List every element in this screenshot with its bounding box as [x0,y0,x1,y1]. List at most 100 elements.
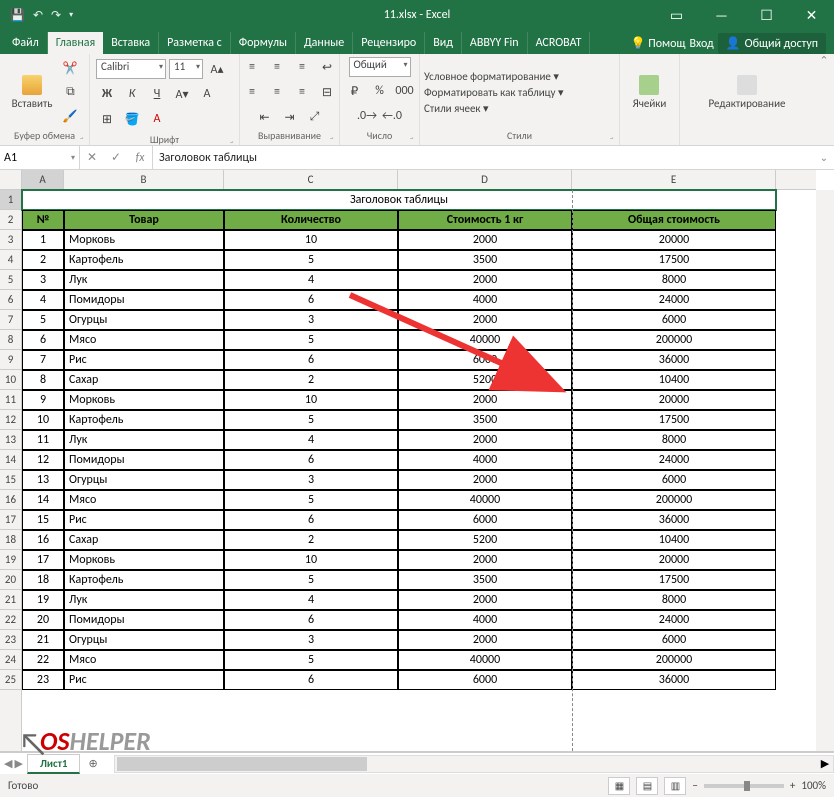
underline-icon[interactable]: Ч [146,83,168,105]
row-header-9[interactable]: 9 [0,350,21,370]
data-cell[interactable]: 11 [22,430,64,450]
horizontal-scrollbar[interactable]: ◀ ▶ [114,755,834,773]
qat-customize-icon[interactable]: ▾ [69,10,73,20]
data-cell[interactable]: 2000 [398,230,572,250]
data-cell[interactable]: Картофель [64,570,224,590]
data-cell[interactable]: 200000 [572,330,776,350]
data-cell[interactable]: 17500 [572,250,776,270]
data-cell[interactable]: 6 [224,290,398,310]
data-cell[interactable]: 6000 [572,470,776,490]
data-cell[interactable]: 2000 [398,550,572,570]
font-size-select[interactable]: 11 [169,59,203,79]
conditional-formatting-button[interactable]: Условное форматирование ▾ [424,70,559,83]
zoom-out-icon[interactable]: − [692,779,697,792]
row-header-20[interactable]: 20 [0,570,21,590]
data-cell[interactable]: Рис [64,670,224,690]
row-header-3[interactable]: 3 [0,230,21,250]
data-cell[interactable]: 6 [224,510,398,530]
cell-styles-button[interactable]: Стили ячеек ▾ [424,102,489,115]
data-cell[interactable]: Лук [64,590,224,610]
share-button[interactable]: 👤 Общий доступ [718,33,826,54]
cells-area[interactable]: Заголовок таблицы№ТоварКоличествоСтоимос… [22,190,816,751]
align-top-icon[interactable]: ≡ [241,56,263,78]
data-cell[interactable]: 6 [224,350,398,370]
data-cell[interactable]: Лук [64,270,224,290]
tab-view[interactable]: Вид [425,32,462,54]
data-cell[interactable]: 3500 [398,410,572,430]
data-cell[interactable]: 10 [224,230,398,250]
editing-button[interactable]: Редактирование [705,73,790,112]
cell-table-title[interactable]: Заголовок таблицы [22,190,776,210]
header-cell[interactable]: Товар [64,210,224,230]
row-header-7[interactable]: 7 [0,310,21,330]
col-header-c[interactable]: C [224,170,398,189]
col-header-b[interactable]: B [64,170,224,189]
data-cell[interactable]: 15 [22,510,64,530]
data-cell[interactable]: 6000 [398,510,572,530]
data-cell[interactable]: 40000 [398,650,572,670]
data-cell[interactable]: 20000 [572,550,776,570]
data-cell[interactable]: 1 [22,230,64,250]
collapse-ribbon-icon[interactable]: ⌃ [814,54,834,145]
tab-insert[interactable]: Вставка [103,32,159,54]
data-cell[interactable]: 5 [224,250,398,270]
data-cell[interactable]: 2000 [398,630,572,650]
data-cell[interactable]: 2 [224,530,398,550]
data-cell[interactable]: 5200 [398,530,572,550]
number-format-select[interactable]: Общий [349,57,411,77]
data-cell[interactable]: 18 [22,570,64,590]
data-cell[interactable]: Мясо [64,330,224,350]
data-cell[interactable]: 36000 [572,350,776,370]
zoom-level[interactable]: 100% [801,779,826,792]
row-header-11[interactable]: 11 [0,390,21,410]
data-cell[interactable]: Морковь [64,550,224,570]
data-cell[interactable]: 2000 [398,270,572,290]
data-cell[interactable]: 17 [22,550,64,570]
wrap-text-icon[interactable]: ↩ [316,56,338,78]
data-cell[interactable]: 23 [22,670,64,690]
col-header-d[interactable]: D [398,170,572,189]
data-cell[interactable]: Рис [64,510,224,530]
data-cell[interactable]: 3 [224,470,398,490]
spreadsheet-grid[interactable]: A B C D E 123456789101112131415161718192… [0,170,834,752]
save-icon[interactable]: 💾 [10,8,25,23]
view-normal-icon[interactable]: ▦ [608,777,630,795]
data-cell[interactable]: 22 [22,650,64,670]
data-cell[interactable]: 2 [22,250,64,270]
data-cell[interactable]: Картофель [64,410,224,430]
align-center-icon[interactable]: ≡ [266,81,288,103]
formula-bar[interactable]: Заголовок таблицы [153,146,814,169]
data-cell[interactable]: Сахар [64,370,224,390]
data-cell[interactable]: Мясо [64,490,224,510]
paste-button[interactable]: Вставить [8,73,57,112]
data-cell[interactable]: 6000 [398,350,572,370]
ribbon-options-icon[interactable]: ▭ [654,0,699,30]
row-header-22[interactable]: 22 [0,610,21,630]
phonetic-icon[interactable]: A [196,83,218,105]
data-cell[interactable]: 40000 [398,330,572,350]
row-header-4[interactable]: 4 [0,250,21,270]
shrink-font-icon[interactable]: A▾ [171,83,193,105]
dec-decimal-icon[interactable]: ←.0 [381,105,403,127]
row-header-24[interactable]: 24 [0,650,21,670]
fx-icon[interactable]: fx [128,151,152,165]
data-cell[interactable]: 5 [224,410,398,430]
tell-me[interactable]: 💡 Помощ [631,36,686,51]
data-cell[interactable]: 200000 [572,650,776,670]
data-cell[interactable]: 5 [224,330,398,350]
data-cell[interactable]: 8000 [572,270,776,290]
data-cell[interactable]: Сахар [64,530,224,550]
align-left-icon[interactable]: ≡ [241,81,263,103]
data-cell[interactable]: 21 [22,630,64,650]
enter-formula-icon[interactable]: ✓ [104,150,128,165]
zoom-in-icon[interactable]: + [790,779,795,792]
tab-file[interactable]: Файл [4,32,48,54]
data-cell[interactable]: 12 [22,450,64,470]
data-cell[interactable]: 2000 [398,470,572,490]
data-cell[interactable]: 20000 [572,230,776,250]
row-header-12[interactable]: 12 [0,410,21,430]
font-name-select[interactable]: Calibri [96,59,166,79]
data-cell[interactable]: 4000 [398,610,572,630]
add-sheet-icon[interactable]: ⊕ [80,757,105,770]
row-header-1[interactable]: 1 [0,190,21,210]
